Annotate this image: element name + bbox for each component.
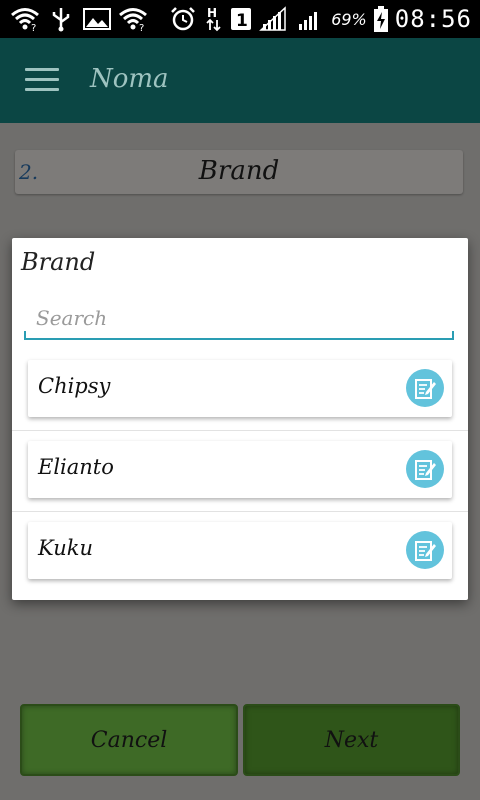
sim-1-icon: 1 <box>230 6 252 32</box>
usb-icon <box>46 6 76 32</box>
dialog-title: Brand <box>21 248 96 276</box>
signal-icon <box>294 6 324 32</box>
divider <box>12 511 468 512</box>
brand-dialog: Brand Chipsy Elianto Kuku <box>12 238 468 600</box>
status-right: 69% 08:56 <box>331 0 472 38</box>
list-item-kuku[interactable]: Kuku <box>28 522 452 579</box>
wifi-question-icon: ? <box>118 6 148 34</box>
alarm-icon <box>168 6 198 32</box>
cancel-button[interactable]: Cancel <box>20 704 238 776</box>
search-field[interactable] <box>24 294 454 340</box>
battery-charging-icon <box>373 6 389 32</box>
list-item-chipsy[interactable]: Chipsy <box>28 360 452 417</box>
list-item-label: Elianto <box>38 455 114 479</box>
svg-text:H: H <box>207 6 217 20</box>
status-bar: ? ? H 1 69% 08:56 <box>0 0 480 38</box>
search-input[interactable] <box>34 302 438 334</box>
list-item-elianto[interactable]: Elianto <box>28 441 452 498</box>
divider <box>12 430 468 431</box>
battery-percent: 69% <box>331 9 367 29</box>
svg-text:?: ? <box>31 23 36 32</box>
app-title: Noma <box>90 64 169 94</box>
image-icon <box>82 6 112 32</box>
status-icons: ? ? H 1 <box>10 6 324 34</box>
next-button[interactable]: Next <box>243 704 460 776</box>
clock: 08:56 <box>394 5 472 33</box>
data-transfer-icon: H <box>204 6 224 32</box>
field-label: Brand <box>198 156 280 186</box>
signal-icon <box>258 6 288 32</box>
brand-field[interactable]: 2. Brand <box>15 150 463 194</box>
app-bar: Noma <box>0 38 480 123</box>
edit-icon[interactable] <box>406 369 444 407</box>
edit-icon[interactable] <box>406 450 444 488</box>
wifi-question-icon: ? <box>10 6 40 34</box>
svg-text:?: ? <box>139 23 144 32</box>
list-item-label: Kuku <box>38 536 94 560</box>
svg-text:1: 1 <box>236 11 248 31</box>
hamburger-menu-icon[interactable] <box>25 68 59 94</box>
list-item-label: Chipsy <box>38 374 111 398</box>
edit-icon[interactable] <box>406 531 444 569</box>
